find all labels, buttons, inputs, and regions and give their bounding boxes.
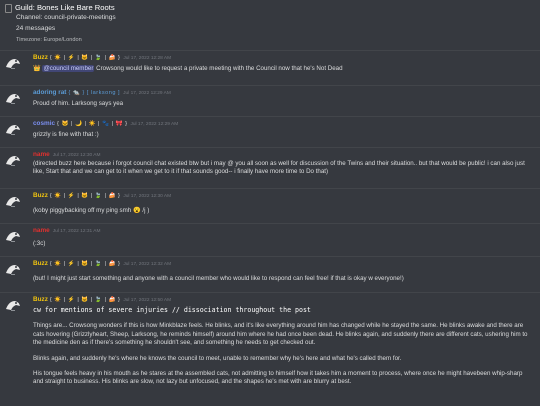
story-paragraph: His tongue feels heavy in his mouth as h… [33, 370, 523, 386]
avatar-divider [11, 310, 15, 311]
author-name[interactable]: Buzz [33, 54, 48, 61]
export-header: Guild: Bones Like Bare Roots Channel: co… [0, 0, 540, 48]
author-name[interactable]: Buzz [33, 192, 48, 199]
timestamp: Jul 17, 2022 12:32 AM [123, 262, 172, 267]
timestamp: Jul 17, 2022 12:29 AM [130, 122, 179, 127]
avatar-divider [11, 206, 15, 207]
message-header: Buzz{ ☀️ | ⚡ | 🐱 | 🍃 | 🍰 } Jul 17, 2022 1… [33, 192, 171, 199]
avatar-divider [11, 241, 15, 242]
story-paragraph: Things are... Crowsong wonders if this i… [33, 322, 528, 347]
author-name[interactable]: name [33, 151, 50, 158]
message-header: Buzz{ ☀️ | ⚡ | 🐱 | 🍃 | 🍰 } Jul 17, 2022 1… [33, 296, 171, 303]
message-text: (but! I might just start something and a… [33, 275, 404, 282]
message-content: (directed buzz here because i forgot cou… [33, 160, 532, 177]
message: Buzz{ ☀️ | ⚡ | 🐱 | 🍃 | 🍰 } Jul 17, 2022 1… [0, 292, 540, 406]
story-paragraph: Blinks again, and suddenly he's where he… [33, 354, 402, 362]
message-content: grizzly is fine with that :) [33, 131, 532, 139]
message-header: cosmic{ 🐱 | 🌙 | ☀️ | 🐾 | 🎀 } Jul 17, 2022… [33, 120, 178, 127]
message: name Jul 17, 2022 12:30 AM (directed buzz… [0, 147, 540, 188]
message-header: name Jul 17, 2022 12:30 AM [33, 151, 100, 158]
guild-title: Guild: Bones Like Bare Roots [15, 3, 115, 12]
author-name[interactable]: name [33, 227, 50, 234]
message: Buzz{ ☀️ | ⚡ | 🐱 | 🍃 | 🍰 } Jul 17, 2022 1… [0, 50, 540, 85]
message-content: (koby piggybacking off my ping smh 😮 /j … [33, 207, 532, 215]
message: name Jul 17, 2022 12:31 AM (:3c) [0, 223, 540, 256]
author-emojis: { ☀️ | ⚡ | 🐱 | 🍃 | 🍰 } [49, 261, 121, 267]
message: cosmic{ 🐱 | 🌙 | ☀️ | 🐾 | 🎀 } Jul 17, 2022… [0, 116, 540, 147]
author-name[interactable]: cosmic [33, 120, 55, 127]
message-text: grizzly is fine with that :) [33, 131, 99, 138]
message-content: Proud of him. Larksong says yea [33, 100, 532, 108]
timestamp: Jul 17, 2022 12:31 AM [52, 229, 101, 234]
message-content: (but! I might just start something and a… [33, 275, 532, 283]
message-count: 24 messages [16, 25, 56, 32]
content-warning-code: cw for mentions of severe injuries // di… [33, 306, 311, 314]
author-emojis: { 🐀 } [ larksong ] [68, 90, 121, 96]
author-name[interactable]: Buzz [33, 260, 48, 267]
message-text: Crowsong would like to request a private… [94, 65, 343, 72]
author-emojis: { ☀️ | ⚡ | 🐱 | 🍃 | 🍰 } [49, 55, 121, 61]
message-content: (:3c) [33, 240, 532, 248]
message-text: Proud of him. Larksong says yea [33, 100, 124, 107]
message-text: (:3c) [33, 240, 46, 247]
timestamp: Jul 17, 2022 12:29 AM [123, 91, 171, 96]
message-text: (koby piggybacking off my ping smh 😮 /j … [33, 207, 150, 214]
timestamp: Jul 17, 2022 12:50 AM [123, 298, 172, 303]
channel-name: Channel: council-private-meetings [16, 14, 116, 21]
message: Buzz{ ☀️ | ⚡ | 🐱 | 🍃 | 🍰 } Jul 17, 2022 1… [0, 256, 540, 291]
message: adoring rat{ 🐀 } [ larksong ] Jul 17, 202… [0, 85, 540, 116]
timestamp: Jul 17, 2022 12:30 AM [123, 194, 172, 199]
avatar-divider [11, 165, 15, 166]
author-emojis: { ☀️ | ⚡ | 🐱 | 🍃 | 🍰 } [49, 193, 121, 199]
author-name[interactable]: Buzz [33, 296, 48, 303]
avatar-divider [11, 134, 15, 135]
author-emojis: { 🐱 | 🌙 | ☀️ | 🐾 | 🎀 } [57, 121, 128, 127]
message-content: cw for mentions of severe injuries // di… [33, 306, 532, 394]
role-mention[interactable]: @council member [42, 65, 95, 72]
message-header: adoring rat{ 🐀 } [ larksong ] Jul 17, 202… [33, 89, 171, 96]
timestamp: Jul 17, 2022 12:28 AM [123, 56, 172, 61]
message-header: Buzz{ ☀️ | ⚡ | 🐱 | 🍃 | 🍰 } Jul 17, 2022 1… [33, 54, 171, 61]
avatar-divider [11, 103, 15, 104]
crowned-emoji-icon: 👑 [33, 65, 41, 72]
timestamp: Jul 17, 2022 12:30 AM [52, 153, 101, 158]
avatar-divider [11, 68, 15, 69]
guild-icon [5, 4, 12, 13]
author-emojis: { ☀️ | ⚡ | 🐱 | 🍃 | 🍰 } [49, 297, 121, 303]
timezone: Timezone: Europe/London [16, 37, 82, 43]
message-text: (directed buzz here because i forgot cou… [33, 160, 525, 176]
message: Buzz{ ☀️ | ⚡ | 🐱 | 🍃 | 🍰 } Jul 17, 2022 1… [0, 188, 540, 223]
author-name[interactable]: adoring rat [33, 89, 66, 96]
avatar-divider [11, 274, 15, 275]
message-header: Buzz{ ☀️ | ⚡ | 🐱 | 🍃 | 🍰 } Jul 17, 2022 1… [33, 260, 171, 267]
message-header: name Jul 17, 2022 12:31 AM [33, 227, 100, 234]
message-content: 👑 @council member Crowsong would like to… [33, 65, 532, 73]
